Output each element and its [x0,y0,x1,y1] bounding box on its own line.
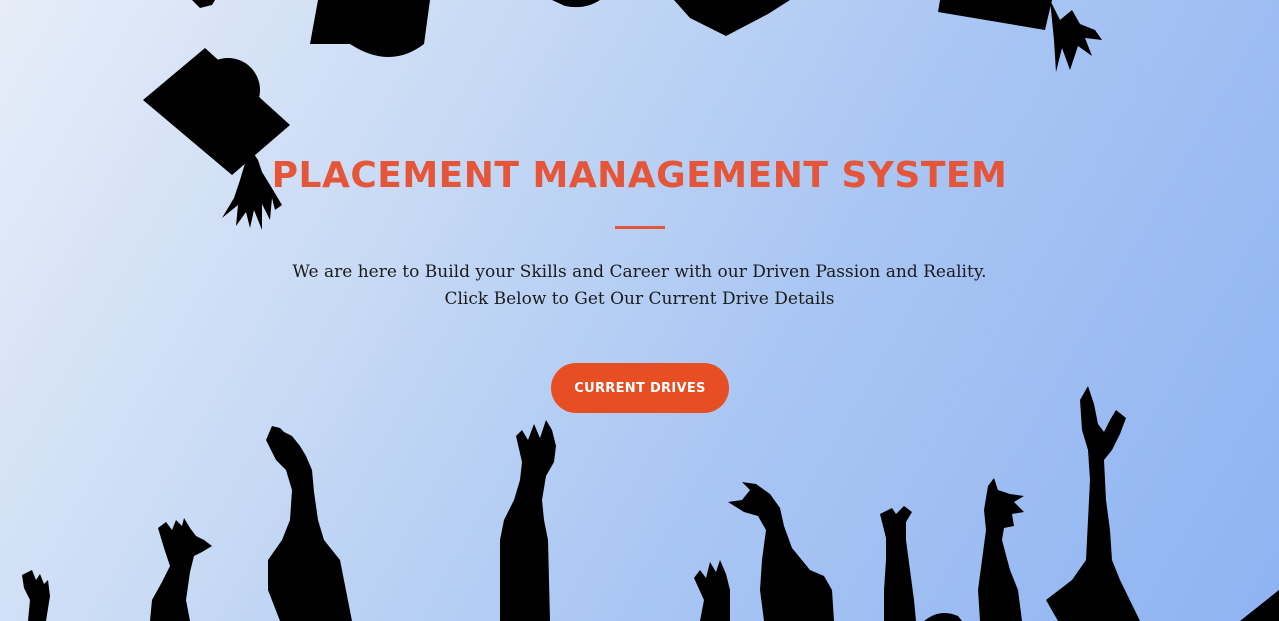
hero-section: PLACEMENT MANAGEMENT SYSTEM We are here … [0,0,1279,621]
hero-tagline-line2: Click Below to Get Our Current Drive Det… [444,289,835,309]
hero-content: PLACEMENT MANAGEMENT SYSTEM We are here … [0,0,1279,621]
page-title: PLACEMENT MANAGEMENT SYSTEM [271,155,1008,196]
title-divider [615,226,665,229]
hero-tagline-line1: We are here to Build your Skills and Car… [292,262,987,282]
current-drives-button[interactable]: CURRENT DRIVES [551,363,729,413]
